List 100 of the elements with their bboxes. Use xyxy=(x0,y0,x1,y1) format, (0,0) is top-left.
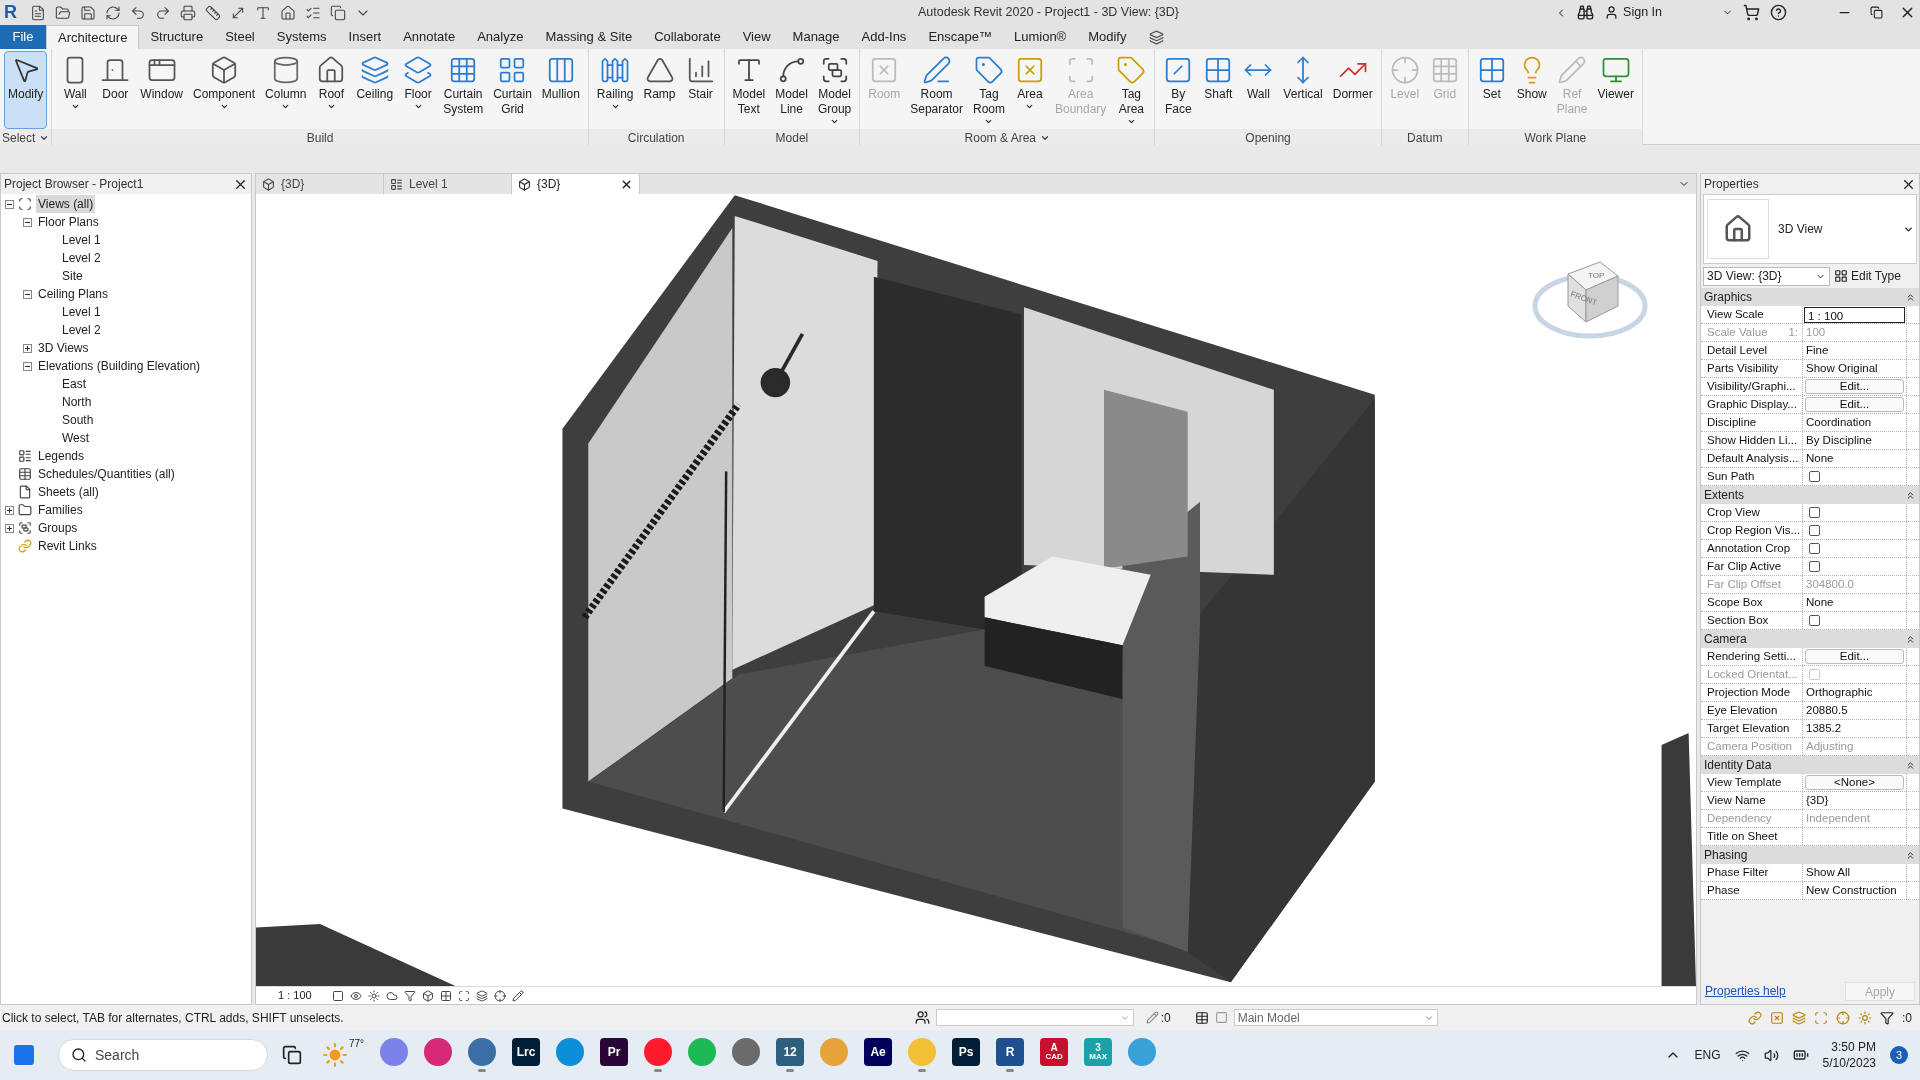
ribbon-tool[interactable]: Tag Area xyxy=(1112,51,1151,129)
edit-button[interactable]: Edit... xyxy=(1805,379,1904,394)
ribbon-tool[interactable]: Tag Room xyxy=(968,51,1009,129)
expand-icon[interactable] xyxy=(23,343,32,353)
property-value[interactable]: Fine xyxy=(1803,341,1832,360)
ribbon-tool[interactable]: Set xyxy=(1472,51,1511,129)
ribbon-tool[interactable]: Model Line xyxy=(771,51,812,129)
panel-toggle-icon[interactable] xyxy=(1149,30,1165,45)
ribbon-tool[interactable]: Ceiling xyxy=(352,51,398,129)
restore-icon[interactable] xyxy=(1870,6,1883,19)
ribbon-tool[interactable]: Door xyxy=(96,51,135,129)
tree-item[interactable]: West xyxy=(60,429,92,447)
tree-item[interactable]: South xyxy=(60,411,96,429)
tree-item[interactable]: Ceiling Plans xyxy=(36,285,111,303)
wifi-icon[interactable] xyxy=(1734,1047,1750,1063)
tree-item[interactable]: Site xyxy=(60,267,85,285)
property-checkbox[interactable] xyxy=(1809,507,1820,518)
ribbon-tool[interactable]: Dormer xyxy=(1328,51,1377,129)
view-control-icon[interactable] xyxy=(439,989,452,1002)
ribbon-tab[interactable]: Lumion® xyxy=(1002,25,1078,49)
property-value[interactable]: None xyxy=(1803,449,1837,468)
collapse-icon[interactable] xyxy=(5,199,14,209)
search-field[interactable]: Search xyxy=(58,1039,268,1071)
collapse-icon[interactable] xyxy=(23,289,32,299)
ribbon-tab[interactable]: Massing & Site xyxy=(534,25,644,49)
tree-item[interactable]: Level 2 xyxy=(60,249,103,267)
view-control-icon[interactable] xyxy=(349,989,362,1002)
property-value[interactable]: {3D} xyxy=(1803,791,1832,810)
property-value[interactable]: 20880.5 xyxy=(1803,701,1851,720)
ribbon-tool[interactable]: Railing xyxy=(592,51,638,129)
sign-in-link[interactable]: Sign In xyxy=(1623,3,1662,22)
view-control-icon[interactable] xyxy=(331,989,344,1002)
view-cube[interactable] xyxy=(1567,261,1619,323)
property-value[interactable]: By Discipline xyxy=(1803,431,1875,450)
ribbon-tool[interactable]: By Face xyxy=(1159,51,1198,129)
help-icon[interactable] xyxy=(1770,4,1787,21)
ribbon-tool[interactable]: Model Text xyxy=(728,51,770,129)
tree-item[interactable]: 3D Views xyxy=(36,339,91,357)
sync-icon[interactable] xyxy=(105,4,121,21)
edit-type-button[interactable]: Edit Type xyxy=(1834,267,1901,285)
tree-item[interactable]: Level 1 xyxy=(60,231,103,249)
ribbon-tool[interactable]: Curtain Grid xyxy=(489,51,536,129)
group-header[interactable]: Extents xyxy=(1704,486,1745,504)
selection-option-icon[interactable] xyxy=(1858,1010,1872,1025)
tree-item[interactable]: Families xyxy=(36,501,85,519)
expand-icon[interactable] xyxy=(5,523,14,533)
task-view-icon[interactable] xyxy=(282,1045,302,1065)
table-icon[interactable] xyxy=(1194,1010,1209,1025)
document-tab[interactable]: {3D} xyxy=(512,174,640,194)
windows-icon[interactable] xyxy=(330,4,346,21)
ribbon-tab[interactable]: Architecture xyxy=(46,25,140,49)
property-value[interactable]: Show All xyxy=(1803,863,1854,882)
ribbon-tool[interactable]: Floor xyxy=(399,51,438,129)
property-checkbox[interactable] xyxy=(1809,543,1820,554)
selection-option-icon[interactable] xyxy=(1770,1010,1784,1025)
ribbon-tab[interactable]: Insert xyxy=(337,25,393,49)
expand-icon[interactable] xyxy=(5,505,14,515)
tree-item[interactable]: Legends xyxy=(36,447,87,465)
tree-item[interactable]: Elevations (Building Elevation) xyxy=(36,357,203,375)
property-value[interactable]: Show Original xyxy=(1803,359,1881,378)
ribbon-tab[interactable]: Add-Ins xyxy=(850,25,918,49)
view-control-icon[interactable] xyxy=(457,989,470,1002)
ribbon-tool[interactable]: Show xyxy=(1512,51,1551,129)
undo-icon[interactable] xyxy=(130,4,146,21)
view-control-icon[interactable] xyxy=(511,989,524,1002)
selection-option-icon[interactable] xyxy=(1748,1010,1762,1025)
tree-item[interactable]: North xyxy=(60,393,94,411)
property-value[interactable]: Coordination xyxy=(1803,413,1875,432)
help-link[interactable]: Properties help xyxy=(1705,982,1786,1000)
ribbon-tab[interactable]: Enscape™ xyxy=(917,25,1003,49)
tree-item[interactable]: Views (all) xyxy=(36,195,96,213)
ribbon-tool[interactable]: Wall xyxy=(1239,51,1278,129)
property-value[interactable]: New Construction xyxy=(1803,881,1900,900)
tree-item[interactable]: Level 1 xyxy=(60,303,103,321)
tree-item[interactable]: Revit Links xyxy=(36,537,99,555)
view-scale[interactable]: 1 : 100 xyxy=(278,987,312,1004)
tree-item[interactable]: Schedules/Quantities (all) xyxy=(36,465,177,483)
ribbon-tool[interactable]: Roof xyxy=(312,51,351,129)
ribbon-tool[interactable]: Modify xyxy=(4,51,48,129)
document-icon[interactable] xyxy=(30,4,46,21)
worksets-icon[interactable] xyxy=(914,1010,930,1025)
ribbon-tool[interactable]: Stair xyxy=(681,51,720,129)
edit-icon[interactable] xyxy=(1145,1011,1159,1024)
collapse-icon[interactable] xyxy=(23,361,32,371)
ribbon-tab[interactable]: Analyze xyxy=(466,25,535,49)
ribbon-tab[interactable]: Modify xyxy=(1077,25,1138,49)
ribbon-tab[interactable]: Structure xyxy=(139,25,215,49)
view-control-icon[interactable] xyxy=(475,989,488,1002)
property-value[interactable]: None xyxy=(1803,593,1837,612)
app-logo[interactable]: R xyxy=(4,0,22,26)
folder-icon[interactable] xyxy=(55,4,71,21)
ruler-icon[interactable] xyxy=(205,4,221,21)
group-header[interactable]: Camera xyxy=(1704,630,1747,648)
ribbon-tool[interactable]: Curtain System xyxy=(439,51,488,129)
tree-item[interactable]: Sheets (all) xyxy=(36,483,101,501)
ribbon-tab[interactable]: Annotate xyxy=(392,25,467,49)
house-icon[interactable] xyxy=(280,4,296,21)
property-checkbox[interactable] xyxy=(1809,615,1820,626)
panel-title[interactable]: Select xyxy=(2,128,50,147)
view-control-icon[interactable] xyxy=(403,989,416,1002)
